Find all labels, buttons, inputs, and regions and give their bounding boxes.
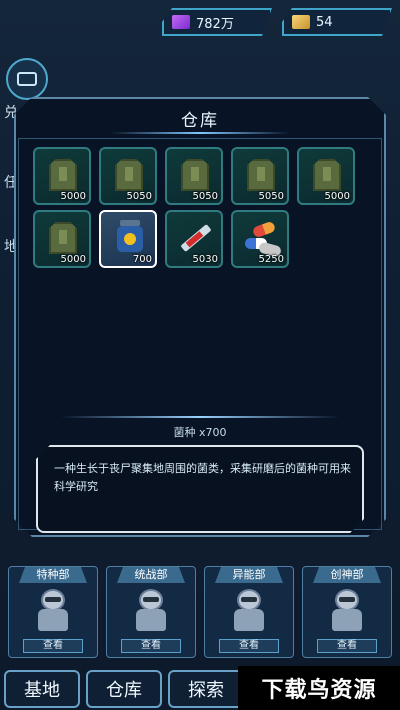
coin-amount: 54: [316, 14, 333, 30]
gem-currency[interactable]: 782万: [162, 8, 272, 36]
item-quantity: 5000: [324, 191, 350, 202]
gold-bar-icon: [292, 15, 310, 29]
agent-avatar-icon: [35, 589, 71, 633]
inventory-slot-selected[interactable]: 700: [99, 210, 157, 268]
department-card[interactable]: 统战部 查看: [106, 566, 196, 658]
item-quantity: 5000: [60, 254, 86, 265]
agent-avatar-icon: [231, 589, 267, 633]
inventory-slot[interactable]: 5000: [33, 147, 91, 205]
pills-icon: [243, 220, 283, 258]
agent-avatar-icon: [133, 589, 169, 633]
department-name: 异能部: [215, 567, 283, 583]
inventory-slot[interactable]: 5000: [33, 210, 91, 268]
department-name: 统战部: [117, 567, 185, 583]
watermark: 下载鸟资源: [238, 666, 400, 710]
inventory-slot[interactable]: 5000: [297, 147, 355, 205]
vest-icon: [115, 159, 143, 191]
item-quantity: 5050: [126, 191, 152, 202]
department-card[interactable]: 创神部 查看: [302, 566, 392, 658]
vest-icon: [313, 159, 341, 191]
view-button[interactable]: 查看: [23, 639, 83, 653]
coin-currency[interactable]: 54: [282, 8, 392, 36]
chest-icon: [17, 72, 37, 86]
bottom-nav: 基地 仓库 探索: [4, 670, 244, 708]
gem-icon: [172, 15, 190, 29]
fungus-jar-icon: [117, 220, 143, 254]
department-panel: 特种部 查看 统战部 查看 异能部 查看 创神部 查看: [8, 566, 392, 658]
vest-icon: [49, 159, 77, 191]
view-button[interactable]: 查看: [121, 639, 181, 653]
item-quantity: 5000: [60, 191, 86, 202]
agent-avatar-icon: [329, 589, 365, 633]
item-name-divider: [60, 416, 340, 418]
nav-warehouse[interactable]: 仓库: [86, 670, 162, 708]
vest-icon: [181, 159, 209, 191]
nav-base[interactable]: 基地: [4, 670, 80, 708]
view-button[interactable]: 查看: [219, 639, 279, 653]
item-quantity: 700: [132, 254, 152, 265]
item-quantity: 5250: [258, 254, 284, 265]
vest-icon: [247, 159, 275, 191]
gem-amount: 782万: [196, 16, 234, 32]
chest-button[interactable]: [6, 58, 48, 100]
item-quantity: 5050: [258, 191, 284, 202]
view-button[interactable]: 查看: [317, 639, 377, 653]
selected-item-name: 菌种 x700: [173, 426, 227, 439]
inventory-slot[interactable]: 5050: [99, 147, 157, 205]
inventory-slot[interactable]: 5050: [231, 147, 289, 205]
department-name: 特种部: [19, 567, 87, 583]
inventory-slot[interactable]: 5030: [165, 210, 223, 268]
syringe-icon: [180, 224, 212, 252]
inventory-slot[interactable]: 5250: [231, 210, 289, 268]
department-name: 创神部: [313, 567, 381, 583]
item-description: 一种生长于丧尸聚集地周围的菌类，采集研磨后的菌种可用来科学研究: [54, 462, 351, 493]
nav-explore[interactable]: 探索: [168, 670, 244, 708]
vest-icon: [49, 222, 77, 254]
currency-bar: 782万 54: [162, 8, 392, 40]
department-card[interactable]: 特种部 查看: [8, 566, 98, 658]
item-quantity: 5030: [192, 254, 218, 265]
dialog-title: 仓库: [181, 111, 219, 131]
title-divider: [110, 132, 290, 134]
item-quantity: 5050: [192, 191, 218, 202]
department-card[interactable]: 异能部 查看: [204, 566, 294, 658]
inventory-slot[interactable]: 5050: [165, 147, 223, 205]
